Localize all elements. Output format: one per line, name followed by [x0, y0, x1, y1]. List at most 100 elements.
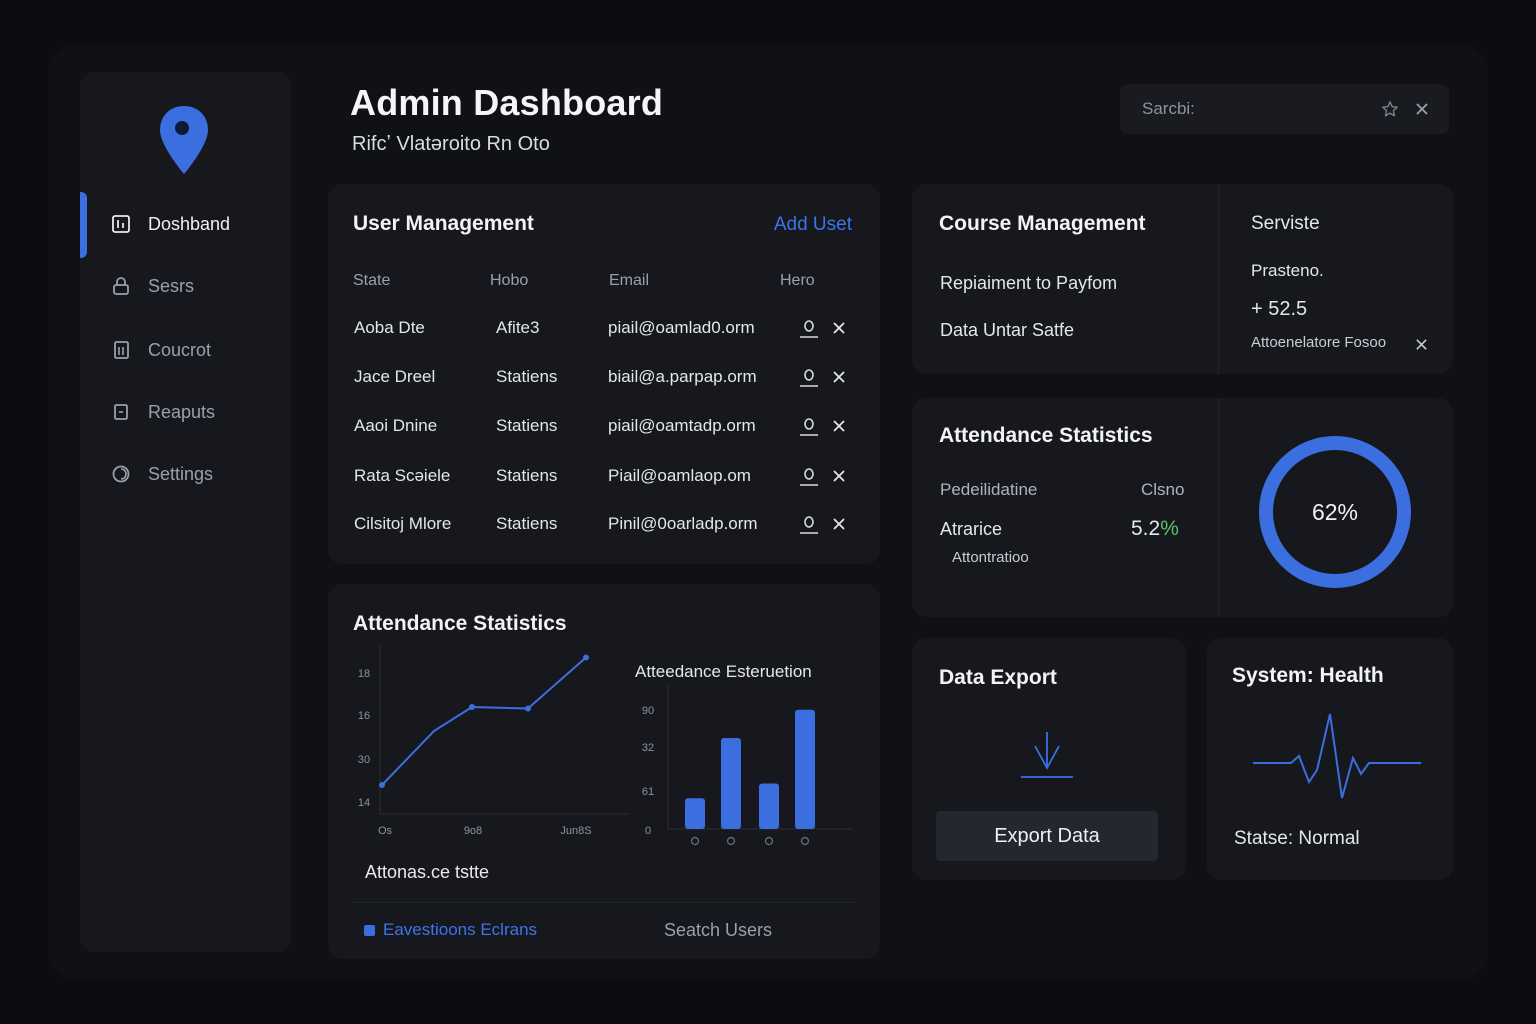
sidebar-item-reports[interactable]: Reaputs	[110, 392, 280, 432]
y-tick-label: 18	[358, 668, 370, 680]
delete-icon[interactable]	[828, 513, 850, 535]
x-tick-glyph	[764, 836, 774, 846]
bar	[795, 709, 815, 829]
data-export-card: Data Export Export Data	[912, 638, 1186, 880]
line-point	[525, 705, 531, 712]
user-name: Cilsitoj Mlore	[354, 514, 452, 533]
column-header[interactable]: Hobo	[490, 272, 528, 290]
y-tick-label: 30	[358, 754, 370, 766]
y-tick-label: 32	[642, 742, 654, 754]
card-title: User Management	[353, 212, 534, 235]
x-tick-glyph	[690, 836, 700, 846]
close-icon[interactable]	[1411, 98, 1433, 120]
side-title: Serviste	[1251, 213, 1320, 234]
x-tick-label: 9o8	[464, 825, 482, 837]
line-point	[379, 782, 385, 788]
column-header[interactable]: Hero	[780, 272, 815, 290]
side-value: + 52.5	[1251, 298, 1308, 320]
divider	[1218, 184, 1219, 374]
edit-icon[interactable]	[798, 317, 820, 339]
sidebar: Doshband Sesrs Coucrot Reaputs Settings	[80, 72, 291, 952]
legend-item[interactable]: Eavestioons Eclrans	[364, 920, 537, 940]
user-email: Pinil@0oarladp.orm	[608, 514, 758, 533]
user-status: Afite3	[496, 318, 540, 337]
map-pin-icon[interactable]	[158, 104, 210, 178]
delete-icon[interactable]	[828, 366, 850, 388]
delete-icon[interactable]	[828, 317, 850, 339]
divider	[352, 902, 856, 903]
attendance-charts: Atteedance Esteruetion 18 16 30 14 Os 9o8 Jun8…	[358, 644, 853, 846]
sidebar-item-label: Sesrs	[148, 275, 195, 296]
stat-value-suffix: %	[1160, 517, 1179, 540]
table-row[interactable]: Cilsitoj Mlore Statiens Pinil@0oarladp.o…	[328, 504, 880, 544]
table-row[interactable]: Aoba Dte Afite3 piail@oamlad0.orm	[328, 308, 880, 348]
side-footer: Attoenelatore Fosoo	[1251, 334, 1387, 351]
chart-footer-title: Attonas.ce tstte	[365, 862, 490, 882]
star-icon[interactable]	[1379, 98, 1401, 120]
stat-row-value: 5.2%	[1131, 517, 1179, 541]
sidebar-item-users[interactable]: Sesrs	[110, 266, 280, 306]
user-email: Piail@oamlaop.om	[608, 466, 751, 485]
dashboard-icon	[110, 213, 132, 235]
bar	[685, 798, 705, 829]
table-row[interactable]: Aaoi Dnine Statiens piail@oamtadp.orm	[328, 406, 880, 446]
card-title: Attendance Statistics	[939, 424, 1153, 447]
sidebar-item-label: Coucrot	[148, 339, 212, 360]
course-management-card: Course Management Repiaiment to Payfom D…	[912, 184, 1453, 374]
course-item[interactable]: Repiaiment to Payfom	[940, 273, 1117, 294]
user-name: Aaoi Dnine	[354, 416, 438, 435]
user-email: piail@oamlad0.orm	[608, 318, 755, 337]
search-box	[1120, 84, 1449, 134]
divider	[1218, 398, 1219, 617]
search-users-link[interactable]: Seatch Users	[664, 920, 772, 941]
delete-icon[interactable]	[828, 415, 850, 437]
close-icon[interactable]	[1410, 333, 1432, 355]
bar	[721, 737, 741, 829]
user-email: biail@a.parpap.orm	[608, 367, 757, 386]
search-input[interactable]	[1142, 99, 1369, 119]
x-tick-glyph	[726, 836, 736, 846]
page-subtitle: Rifcʼ Vlatəroito Rn Oto	[352, 133, 550, 155]
column-header[interactable]: State	[353, 272, 390, 290]
user-name: Rata Scəiele	[354, 466, 451, 485]
sidebar-item-label: Doshband	[148, 213, 231, 234]
user-email: piail@oamtadp.orm	[608, 416, 756, 435]
edit-icon[interactable]	[798, 465, 820, 487]
edit-icon[interactable]	[798, 513, 820, 535]
card-title: Course Management	[939, 212, 1146, 235]
page-title: Admin Dashboard	[350, 82, 664, 123]
sidebar-item-dashboard[interactable]: Doshband	[110, 204, 280, 244]
sidebar-item-settings[interactable]: Settings	[110, 454, 280, 494]
add-user-button[interactable]: Add Uset	[774, 214, 852, 236]
x-tick-glyph	[800, 836, 810, 846]
export-data-button[interactable]: Export Data	[936, 811, 1158, 861]
sidebar-item-label: Settings	[148, 463, 214, 484]
table-row[interactable]: Jace Dreel Statiens biail@a.parpap.orm	[328, 357, 880, 397]
settings-icon	[110, 463, 132, 485]
stat-label: Pedeilidatine	[940, 480, 1038, 499]
bar	[759, 783, 779, 829]
user-name: Aoba Dte	[354, 318, 425, 337]
nav-active-indicator	[80, 192, 87, 258]
stat-value-number: 5.2	[1131, 517, 1161, 540]
card-title: System: Health	[1232, 664, 1384, 687]
user-status: Statiens	[496, 416, 558, 435]
card-title: Data Export	[939, 666, 1057, 689]
course-item[interactable]: Data Untar Satfe	[940, 320, 1074, 341]
system-health-card: System: Health Statse: Normal	[1207, 638, 1453, 880]
y-tick-label: 16	[358, 710, 370, 722]
sidebar-item-courses[interactable]: Coucrot	[110, 330, 280, 370]
table-row[interactable]: Rata Scəiele Statiens Piail@oamlaop.om	[328, 456, 880, 496]
book-icon	[110, 339, 132, 361]
user-management-card: User Management Add Uset State Hobo Emai…	[328, 184, 880, 564]
side-label: Prasteno.	[1251, 261, 1324, 280]
stat-row-sub: Attontratioo	[952, 549, 1029, 566]
edit-icon[interactable]	[798, 366, 820, 388]
column-header[interactable]: Email	[609, 272, 649, 290]
lock-icon	[110, 275, 132, 297]
x-tick-label: Os	[378, 825, 393, 837]
attendance-chart-card: Attendance Statistics Atteedance Esterue…	[328, 584, 880, 959]
edit-icon[interactable]	[798, 415, 820, 437]
line-point	[469, 704, 475, 710]
delete-icon[interactable]	[828, 465, 850, 487]
